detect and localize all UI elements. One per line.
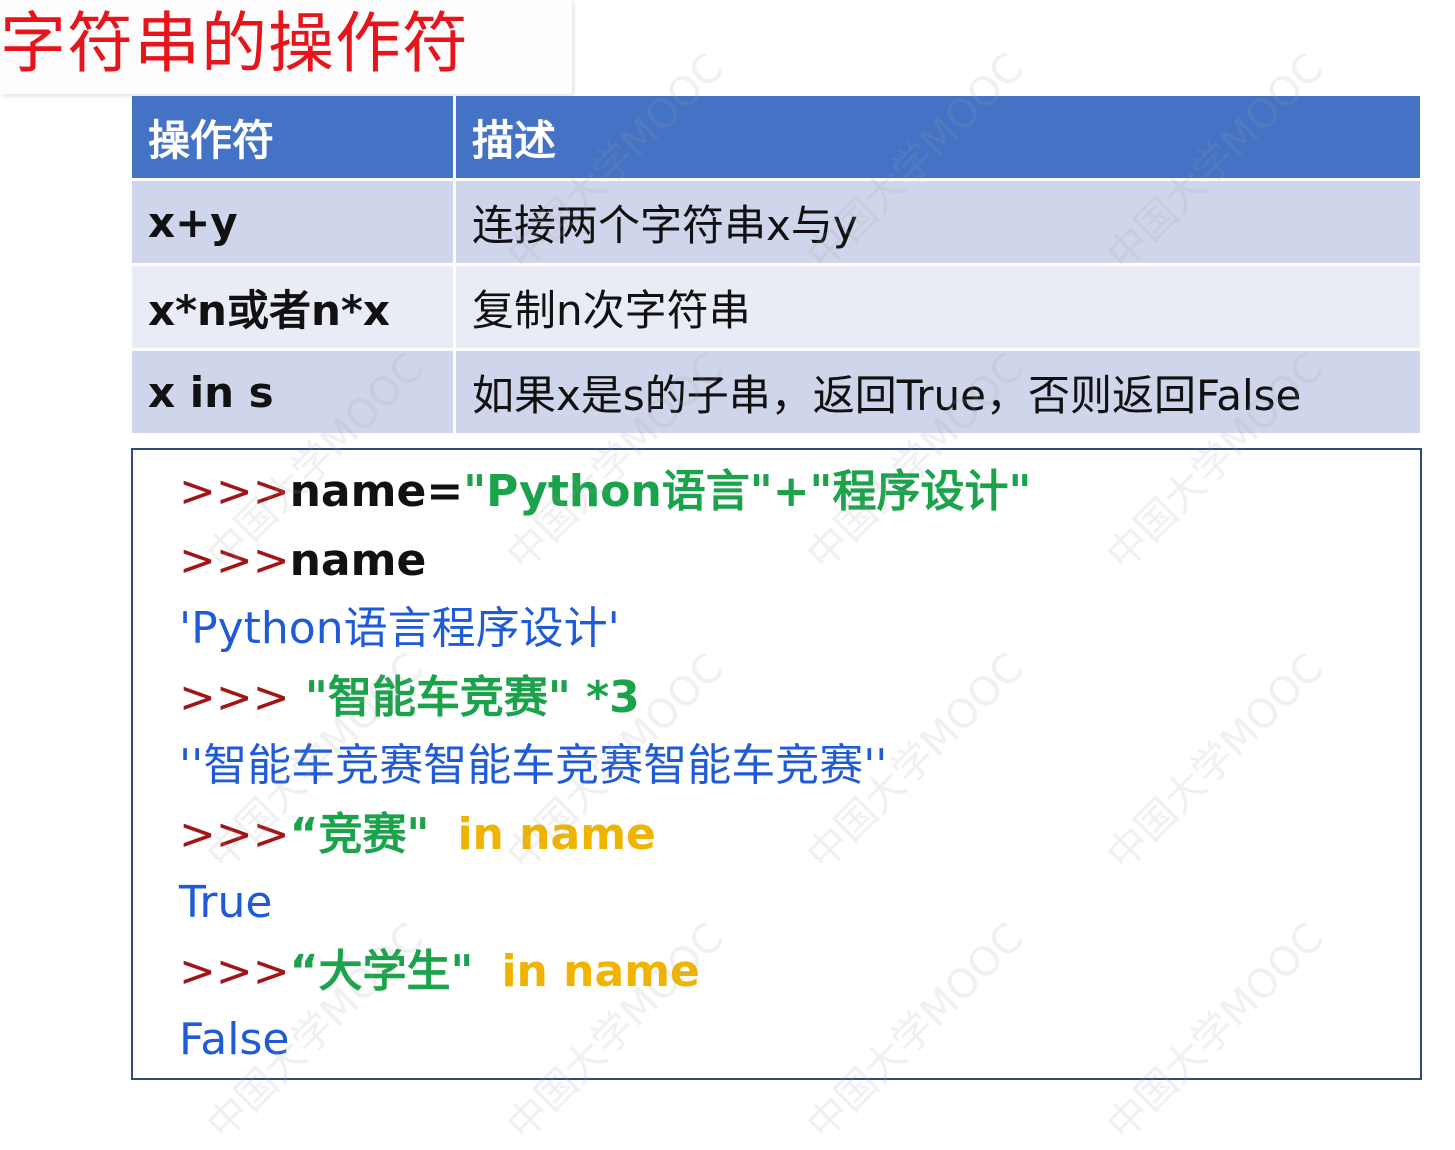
prompt: >>> (179, 672, 290, 723)
code-string: "Python语言"+"程序设计" (463, 466, 1032, 517)
table-row: x+y 连接两个字符串x与y (132, 181, 1420, 266)
operators-table: 操作符 描述 x+y 连接两个字符串x与y x*n或者n*x 复制n次字符串 x… (132, 96, 1420, 436)
prompt: >>> (179, 809, 290, 860)
title-bar: 字符串的操作符 (0, 0, 572, 94)
output-line-3: True (179, 877, 273, 928)
table-row: x in s 如果x是s的子串，返回True，否则返回False (132, 351, 1420, 436)
code-line-1: >>>name="Python语言"+"程序设计" (179, 464, 1031, 520)
code-var: name (289, 535, 427, 586)
in-keyword: in (457, 809, 504, 860)
output-line-1: 'Python语言程序设计' (179, 603, 620, 654)
table-row: x*n或者n*x 复制n次字符串 (132, 266, 1420, 351)
output-line-4: False (179, 1014, 290, 1065)
code-var: name (547, 946, 700, 997)
code-example-box: >>>name="Python语言"+"程序设计" >>>name 'Pytho… (131, 448, 1422, 1080)
header-description: 描述 (456, 96, 1420, 181)
header-operator: 操作符 (132, 96, 456, 181)
code-line-3: >>> "智能车竞赛" *3 (179, 670, 640, 726)
code-line-4: >>>“竞赛" in name (179, 807, 656, 863)
code-line-5: >>>“大学生" in name (179, 944, 700, 1000)
output-line-2: ''智能车竞赛智能车竞赛智能车竞赛'' (179, 740, 888, 791)
code-string: “大学生" (289, 946, 474, 997)
code-string: "智能车竞赛" *3 (289, 672, 640, 723)
description-cell: 连接两个字符串x与y (456, 181, 1420, 266)
operator-cell: x in s (132, 351, 456, 436)
page-title: 字符串的操作符 (0, 5, 469, 82)
description-cell: 如果x是s的子串，返回True，否则返回False (456, 351, 1420, 436)
prompt: >>> (179, 946, 290, 997)
prompt: >>> (179, 466, 290, 517)
code-var: name= (289, 466, 464, 517)
table-header-row: 操作符 描述 (132, 96, 1420, 181)
code-line-2: >>>name (179, 533, 426, 589)
prompt: >>> (179, 535, 290, 586)
code-var: name (503, 809, 656, 860)
in-keyword: in (501, 946, 548, 997)
description-cell: 复制n次字符串 (456, 266, 1420, 351)
operator-cell: x+y (132, 181, 456, 266)
operator-cell: x*n或者n*x (132, 266, 456, 351)
code-string: “竞赛" (289, 809, 430, 860)
